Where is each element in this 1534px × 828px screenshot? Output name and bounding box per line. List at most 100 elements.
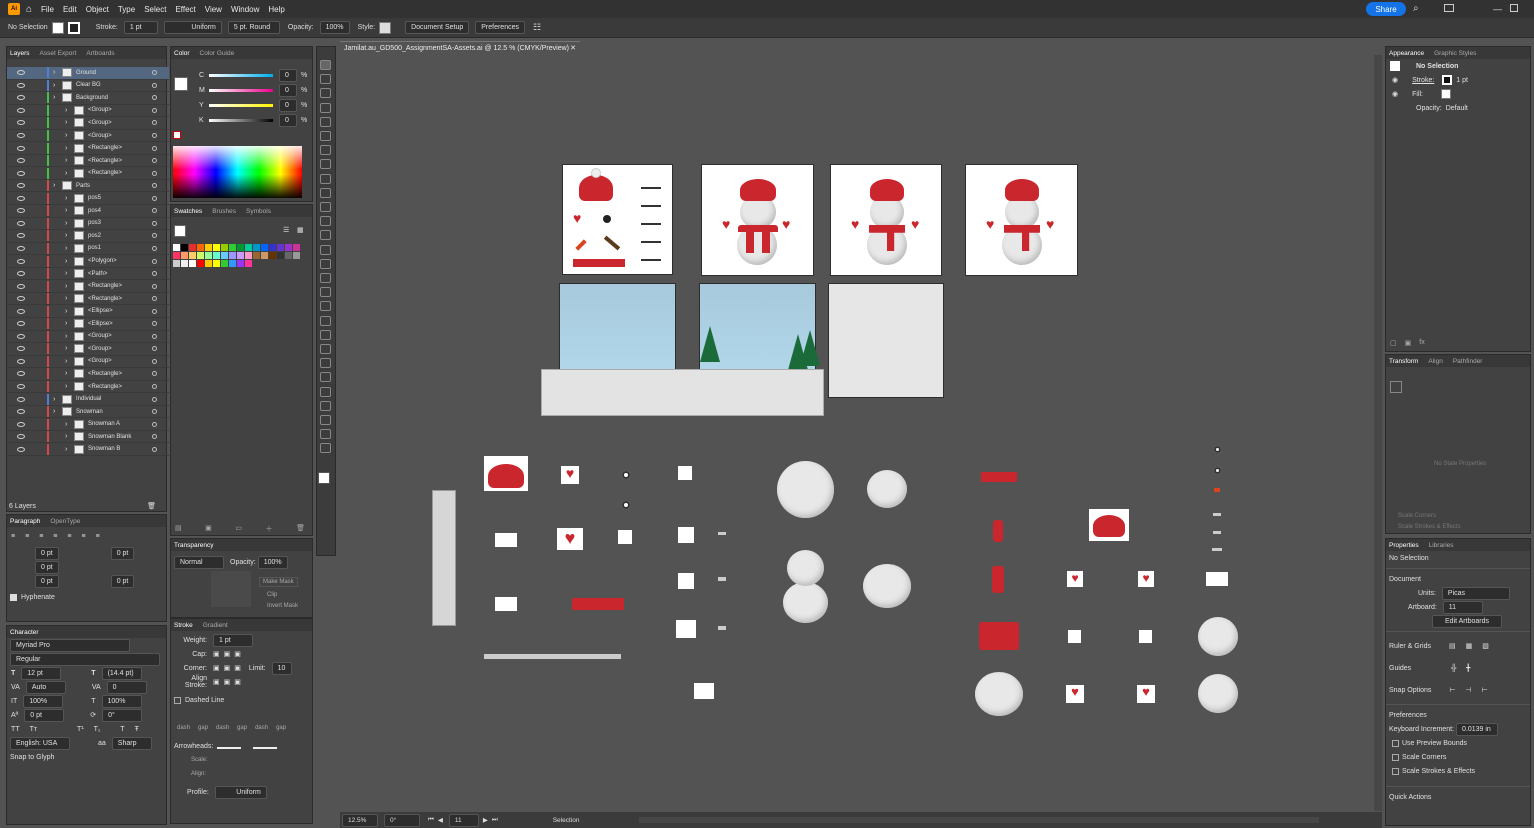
direct-selection-tool-icon[interactable] bbox=[320, 74, 331, 85]
target-circle-icon[interactable] bbox=[152, 308, 157, 314]
layer-row[interactable]: › <Group> bbox=[7, 130, 169, 143]
perspective-tool-icon[interactable] bbox=[320, 301, 331, 312]
menu-help[interactable]: Help bbox=[268, 5, 284, 14]
layer-name[interactable]: <Ellipse> bbox=[88, 308, 113, 314]
color-swatch[interactable] bbox=[205, 252, 212, 259]
color-swatch[interactable] bbox=[293, 244, 300, 251]
expand-chevron-icon[interactable]: › bbox=[65, 232, 71, 239]
color-swatch[interactable] bbox=[181, 252, 188, 259]
layer-row[interactable]: › pos4 bbox=[7, 205, 169, 218]
layer-row[interactable]: › <Rectangle> bbox=[7, 280, 169, 293]
visibility-eye-icon[interactable] bbox=[17, 158, 25, 164]
expand-chevron-icon[interactable]: › bbox=[65, 383, 71, 390]
color-swatch[interactable] bbox=[205, 260, 212, 267]
arm-asset[interactable] bbox=[678, 527, 694, 543]
color-swatch[interactable] bbox=[189, 252, 196, 259]
menu-window[interactable]: Window bbox=[231, 5, 259, 14]
channel-slider[interactable] bbox=[209, 119, 273, 122]
layer-name[interactable]: <Rectangle> bbox=[88, 384, 122, 390]
channel-slider[interactable] bbox=[209, 89, 273, 92]
target-circle-icon[interactable] bbox=[152, 208, 157, 214]
space-after-field[interactable]: 0 pt bbox=[110, 574, 135, 588]
visibility-eye-icon[interactable] bbox=[17, 296, 25, 302]
left-indent-field[interactable]: 0 pt bbox=[35, 546, 59, 560]
target-circle-icon[interactable] bbox=[152, 409, 157, 415]
gradient-tool-icon[interactable] bbox=[320, 329, 331, 340]
arm-asset[interactable] bbox=[678, 573, 694, 589]
hand-tool-icon[interactable] bbox=[320, 429, 331, 440]
invert-mask-checkbox[interactable]: Invert Mask bbox=[267, 603, 298, 609]
expand-chevron-icon[interactable]: › bbox=[65, 132, 71, 139]
dash-gap-field[interactable]: gap bbox=[237, 725, 247, 731]
visibility-eye-icon[interactable] bbox=[17, 145, 25, 151]
target-circle-icon[interactable] bbox=[152, 421, 157, 427]
arrange-docs-icon[interactable]: ☷ bbox=[533, 22, 541, 33]
color-swatch[interactable] bbox=[269, 244, 276, 251]
type-tool-icon[interactable] bbox=[320, 145, 331, 156]
layer-row[interactable]: › <Rectangle> bbox=[7, 368, 169, 381]
grid-icon[interactable]: ▦ bbox=[1466, 642, 1473, 650]
layer-name[interactable]: <Rectangle> bbox=[88, 170, 122, 176]
rotate-view-field[interactable]: 0° bbox=[384, 813, 420, 827]
font-style-select[interactable]: Regular bbox=[10, 652, 160, 666]
mitten-asset[interactable]: ♥ bbox=[1067, 571, 1083, 587]
visibility-eye-icon[interactable] bbox=[17, 421, 25, 427]
mouth-asset[interactable] bbox=[1213, 531, 1221, 534]
artboard-select[interactable]: 11 bbox=[1442, 600, 1483, 614]
visibility-eye-icon[interactable] bbox=[17, 120, 25, 126]
tab-swatches[interactable]: Swatches bbox=[174, 208, 202, 215]
column-graph-tool-icon[interactable] bbox=[320, 386, 331, 397]
target-circle-icon[interactable] bbox=[152, 321, 157, 327]
button-asset[interactable] bbox=[622, 471, 630, 479]
visibility-eye-icon[interactable] bbox=[17, 409, 25, 415]
style-swatch[interactable] bbox=[379, 21, 392, 34]
magic-wand-tool-icon[interactable] bbox=[320, 88, 331, 99]
expand-chevron-icon[interactable]: › bbox=[65, 119, 71, 126]
color-swatch[interactable] bbox=[213, 260, 220, 267]
layer-name[interactable]: Snowman A bbox=[88, 421, 120, 427]
prev-artboard-icon[interactable]: ◀ bbox=[438, 816, 443, 824]
dashed-line-checkbox[interactable] bbox=[174, 696, 181, 704]
layer-row[interactable]: › pos1 bbox=[7, 242, 169, 256]
target-circle-icon[interactable] bbox=[152, 283, 157, 289]
artboard-tool-icon[interactable] bbox=[320, 400, 331, 411]
tab-layers[interactable]: Layers bbox=[10, 50, 30, 57]
antialias-select[interactable]: Sharp bbox=[111, 736, 152, 750]
expand-chevron-icon[interactable]: › bbox=[65, 421, 71, 428]
target-circle-icon[interactable] bbox=[152, 120, 157, 126]
mouth-asset[interactable] bbox=[718, 626, 726, 630]
color-swatch[interactable] bbox=[237, 244, 244, 251]
visibility-eye-icon[interactable] bbox=[17, 133, 25, 138]
align-center-stroke-icon[interactable]: ▣ bbox=[213, 678, 220, 686]
color-swatch[interactable] bbox=[205, 244, 212, 251]
swatch-fill-widget[interactable] bbox=[174, 225, 186, 237]
small-caps-icon[interactable]: Tт bbox=[30, 726, 37, 733]
justify-right-icon[interactable]: ≡ bbox=[81, 533, 85, 540]
expand-chevron-icon[interactable]: › bbox=[65, 295, 71, 302]
face-asset[interactable] bbox=[1206, 572, 1228, 586]
snowman-blank-asset[interactable] bbox=[782, 550, 829, 623]
layer-name[interactable]: Individual bbox=[76, 396, 101, 402]
pen-tool-icon[interactable] bbox=[320, 116, 331, 127]
none-swatch[interactable] bbox=[173, 131, 181, 139]
tab-character[interactable]: Character bbox=[10, 629, 39, 636]
minimize-icon[interactable]: — bbox=[1493, 4, 1502, 14]
layer-name[interactable]: <Path> bbox=[88, 271, 107, 277]
visibility-eye-icon[interactable] bbox=[17, 220, 25, 226]
expand-chevron-icon[interactable]: › bbox=[53, 396, 59, 403]
target-circle-icon[interactable] bbox=[152, 446, 157, 452]
layer-row[interactable]: › <Group> bbox=[7, 117, 169, 130]
stroke-eye-icon[interactable]: ◉ bbox=[1392, 76, 1398, 84]
visibility-eye-icon[interactable] bbox=[17, 396, 25, 402]
dash-gap-field[interactable]: gap bbox=[198, 725, 208, 731]
list-view-icon[interactable]: ☰ bbox=[283, 226, 289, 234]
color-swatch[interactable] bbox=[173, 252, 180, 259]
visibility-eye-icon[interactable] bbox=[17, 321, 25, 327]
mouth-asset[interactable] bbox=[718, 577, 726, 581]
visibility-eye-icon[interactable] bbox=[17, 258, 25, 264]
layer-name[interactable]: <Rectangle> bbox=[88, 283, 122, 289]
color-swatch[interactable] bbox=[229, 252, 236, 259]
layer-name[interactable]: <Rectangle> bbox=[88, 371, 122, 377]
color-swatch[interactable] bbox=[197, 244, 204, 251]
color-swatch[interactable] bbox=[253, 252, 260, 259]
